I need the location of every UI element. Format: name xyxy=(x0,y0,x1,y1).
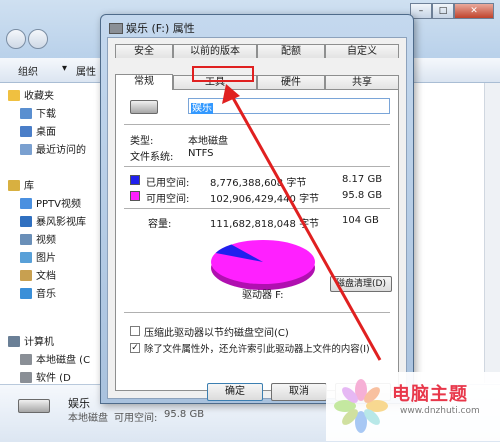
arrow-line xyxy=(230,95,382,361)
watermark-title: 电脑主题 xyxy=(392,384,468,405)
watermark-url: www.dnzhuti.com xyxy=(400,406,480,416)
arrow-head xyxy=(222,84,240,104)
watermark: 电脑主题 www.dnzhuti.com xyxy=(326,372,500,441)
flower-logo xyxy=(334,379,388,433)
